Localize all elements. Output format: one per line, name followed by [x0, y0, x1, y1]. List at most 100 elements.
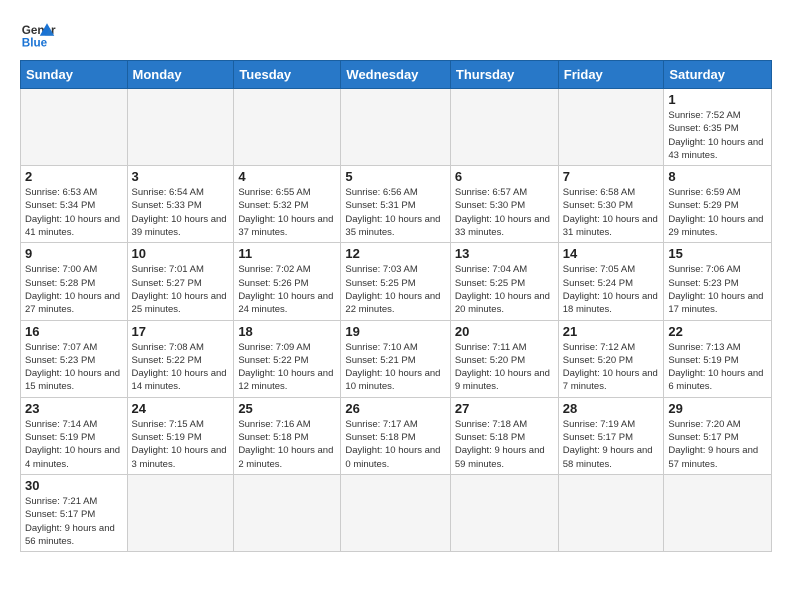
calendar-day-cell: [21, 89, 128, 166]
day-info: Sunrise: 7:06 AM Sunset: 5:23 PM Dayligh…: [668, 263, 767, 316]
day-number: 11: [238, 246, 336, 261]
calendar-week-row: 23 Sunrise: 7:14 AM Sunset: 5:19 PM Dayli…: [21, 397, 772, 474]
day-info: Sunrise: 6:57 AM Sunset: 5:30 PM Dayligh…: [455, 186, 554, 239]
day-number: 23: [25, 401, 123, 416]
calendar-header-wednesday: Wednesday: [341, 61, 450, 89]
calendar-day-cell: 19 Sunrise: 7:10 AM Sunset: 5:21 PM Dayli…: [341, 320, 450, 397]
calendar-day-cell: 24Sunrise: 7:15 AM Sunset: 5:19 PM Dayli…: [127, 397, 234, 474]
day-info: Sunrise: 7:10 AM Sunset: 5:21 PM Dayligh…: [345, 341, 445, 394]
calendar-day-cell: 21Sunrise: 7:12 AM Sunset: 5:20 PM Dayli…: [558, 320, 664, 397]
day-info: Sunrise: 7:03 AM Sunset: 5:25 PM Dayligh…: [345, 263, 445, 316]
day-info: Sunrise: 7:00 AM Sunset: 5:28 PM Dayligh…: [25, 263, 123, 316]
calendar-day-cell: 12 Sunrise: 7:03 AM Sunset: 5:25 PM Dayli…: [341, 243, 450, 320]
calendar-day-cell: 16Sunrise: 7:07 AM Sunset: 5:23 PM Dayli…: [21, 320, 128, 397]
calendar-week-row: 2Sunrise: 6:53 AM Sunset: 5:34 PM Daylig…: [21, 166, 772, 243]
calendar-header-thursday: Thursday: [450, 61, 558, 89]
day-number: 7: [563, 169, 660, 184]
calendar-day-cell: 10 Sunrise: 7:01 AM Sunset: 5:27 PM Dayli…: [127, 243, 234, 320]
calendar-day-cell: 20Sunrise: 7:11 AM Sunset: 5:20 PM Dayli…: [450, 320, 558, 397]
calendar-week-row: 9Sunrise: 7:00 AM Sunset: 5:28 PM Daylig…: [21, 243, 772, 320]
calendar-day-cell: 6 Sunrise: 6:57 AM Sunset: 5:30 PM Daylig…: [450, 166, 558, 243]
calendar-day-cell: 11 Sunrise: 7:02 AM Sunset: 5:26 PM Dayli…: [234, 243, 341, 320]
calendar-header-saturday: Saturday: [664, 61, 772, 89]
calendar-day-cell: 25 Sunrise: 7:16 AM Sunset: 5:18 PM Dayli…: [234, 397, 341, 474]
calendar-week-row: 1Sunrise: 7:52 AM Sunset: 6:35 PM Daylig…: [21, 89, 772, 166]
day-number: 13: [455, 246, 554, 261]
day-number: 15: [668, 246, 767, 261]
day-info: Sunrise: 6:54 AM Sunset: 5:33 PM Dayligh…: [132, 186, 230, 239]
day-info: Sunrise: 7:19 AM Sunset: 5:17 PM Dayligh…: [563, 418, 660, 471]
calendar-day-cell: [234, 474, 341, 551]
calendar-week-row: 16Sunrise: 7:07 AM Sunset: 5:23 PM Dayli…: [21, 320, 772, 397]
day-info: Sunrise: 7:04 AM Sunset: 5:25 PM Dayligh…: [455, 263, 554, 316]
calendar-header-tuesday: Tuesday: [234, 61, 341, 89]
day-number: 30: [25, 478, 123, 493]
calendar-day-cell: 2Sunrise: 6:53 AM Sunset: 5:34 PM Daylig…: [21, 166, 128, 243]
day-info: Sunrise: 6:59 AM Sunset: 5:29 PM Dayligh…: [668, 186, 767, 239]
day-number: 20: [455, 324, 554, 339]
svg-text:Blue: Blue: [22, 37, 48, 50]
day-info: Sunrise: 7:15 AM Sunset: 5:19 PM Dayligh…: [132, 418, 230, 471]
day-info: Sunrise: 7:17 AM Sunset: 5:18 PM Dayligh…: [345, 418, 445, 471]
day-info: Sunrise: 7:21 AM Sunset: 5:17 PM Dayligh…: [25, 495, 123, 548]
day-info: Sunrise: 7:18 AM Sunset: 5:18 PM Dayligh…: [455, 418, 554, 471]
day-number: 29: [668, 401, 767, 416]
day-number: 17: [132, 324, 230, 339]
day-number: 27: [455, 401, 554, 416]
day-number: 2: [25, 169, 123, 184]
page: General Blue SundayMondayTuesdayWednesda…: [0, 0, 792, 562]
generalblue-logo-icon: General Blue: [20, 16, 56, 52]
calendar-table: SundayMondayTuesdayWednesdayThursdayFrid…: [20, 60, 772, 552]
calendar-day-cell: 9Sunrise: 7:00 AM Sunset: 5:28 PM Daylig…: [21, 243, 128, 320]
day-number: 19: [345, 324, 445, 339]
calendar-day-cell: 30 Sunrise: 7:21 AM Sunset: 5:17 PM Dayli…: [21, 474, 128, 551]
day-number: 6: [455, 169, 554, 184]
calendar-day-cell: 3 Sunrise: 6:54 AM Sunset: 5:33 PM Daylig…: [127, 166, 234, 243]
calendar-header-friday: Friday: [558, 61, 664, 89]
day-number: 1: [668, 92, 767, 107]
calendar-day-cell: 22 Sunrise: 7:13 AM Sunset: 5:19 PM Dayli…: [664, 320, 772, 397]
day-info: Sunrise: 7:13 AM Sunset: 5:19 PM Dayligh…: [668, 341, 767, 394]
calendar-day-cell: [127, 474, 234, 551]
calendar-day-cell: [664, 474, 772, 551]
day-number: 12: [345, 246, 445, 261]
calendar-day-cell: 4Sunrise: 6:55 AM Sunset: 5:32 PM Daylig…: [234, 166, 341, 243]
day-number: 28: [563, 401, 660, 416]
day-info: Sunrise: 7:08 AM Sunset: 5:22 PM Dayligh…: [132, 341, 230, 394]
day-number: 25: [238, 401, 336, 416]
calendar-day-cell: [558, 474, 664, 551]
calendar-day-cell: 23 Sunrise: 7:14 AM Sunset: 5:19 PM Dayli…: [21, 397, 128, 474]
calendar-day-cell: 18Sunrise: 7:09 AM Sunset: 5:22 PM Dayli…: [234, 320, 341, 397]
day-number: 14: [563, 246, 660, 261]
calendar-day-cell: 1Sunrise: 7:52 AM Sunset: 6:35 PM Daylig…: [664, 89, 772, 166]
day-number: 26: [345, 401, 445, 416]
day-number: 21: [563, 324, 660, 339]
day-info: Sunrise: 6:58 AM Sunset: 5:30 PM Dayligh…: [563, 186, 660, 239]
calendar-day-cell: [341, 89, 450, 166]
day-number: 22: [668, 324, 767, 339]
day-info: Sunrise: 7:02 AM Sunset: 5:26 PM Dayligh…: [238, 263, 336, 316]
header: General Blue: [20, 16, 772, 52]
calendar-day-cell: 8 Sunrise: 6:59 AM Sunset: 5:29 PM Daylig…: [664, 166, 772, 243]
logo: General Blue: [20, 16, 56, 52]
day-info: Sunrise: 6:56 AM Sunset: 5:31 PM Dayligh…: [345, 186, 445, 239]
day-info: Sunrise: 7:01 AM Sunset: 5:27 PM Dayligh…: [132, 263, 230, 316]
day-info: Sunrise: 7:14 AM Sunset: 5:19 PM Dayligh…: [25, 418, 123, 471]
day-number: 10: [132, 246, 230, 261]
calendar-week-row: 30 Sunrise: 7:21 AM Sunset: 5:17 PM Dayli…: [21, 474, 772, 551]
calendar-day-cell: [558, 89, 664, 166]
day-info: Sunrise: 7:07 AM Sunset: 5:23 PM Dayligh…: [25, 341, 123, 394]
calendar-header-sunday: Sunday: [21, 61, 128, 89]
day-number: 18: [238, 324, 336, 339]
day-number: 5: [345, 169, 445, 184]
calendar-day-cell: 5 Sunrise: 6:56 AM Sunset: 5:31 PM Daylig…: [341, 166, 450, 243]
day-number: 3: [132, 169, 230, 184]
calendar-day-cell: 14 Sunrise: 7:05 AM Sunset: 5:24 PM Dayli…: [558, 243, 664, 320]
calendar-day-cell: 29 Sunrise: 7:20 AM Sunset: 5:17 PM Dayli…: [664, 397, 772, 474]
day-info: Sunrise: 7:16 AM Sunset: 5:18 PM Dayligh…: [238, 418, 336, 471]
day-info: Sunrise: 7:20 AM Sunset: 5:17 PM Dayligh…: [668, 418, 767, 471]
day-number: 8: [668, 169, 767, 184]
day-info: Sunrise: 7:05 AM Sunset: 5:24 PM Dayligh…: [563, 263, 660, 316]
calendar-day-cell: [341, 474, 450, 551]
calendar-header-row: SundayMondayTuesdayWednesdayThursdayFrid…: [21, 61, 772, 89]
